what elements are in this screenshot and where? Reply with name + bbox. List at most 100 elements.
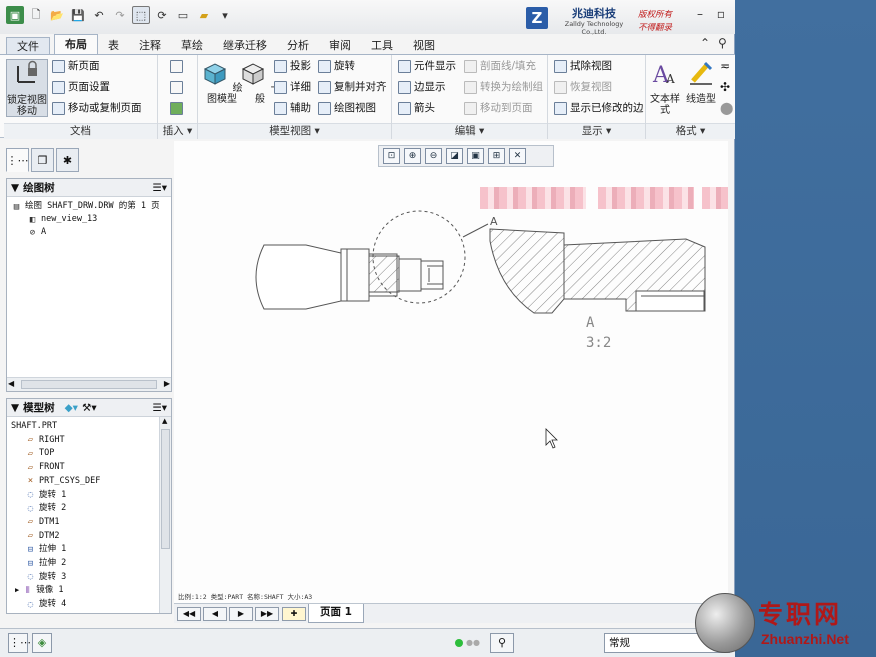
detail-view-a[interactable] [489, 228, 706, 314]
model-tree-item[interactable]: ◌ 旋转 3 [25, 571, 66, 584]
model-tree-item[interactable]: ◌ 旋转 1 [25, 489, 66, 502]
select-box-icon[interactable]: ⬚ [132, 6, 150, 24]
browser-toggle-icon[interactable]: ◈ [32, 633, 52, 653]
undo-icon[interactable]: ↶ [90, 6, 108, 24]
customize-dropdown-icon[interactable]: ▾ [216, 6, 234, 24]
model-tree-item[interactable]: SHAFT.PRT [11, 420, 57, 433]
minimize-icon[interactable]: – [692, 6, 708, 22]
text-style-button[interactable]: AA 文本样式 [646, 59, 684, 117]
regenerate-icon[interactable]: ⟳ [153, 6, 171, 24]
collapse-icon[interactable]: ▼ [11, 402, 19, 414]
zoom-out-icon[interactable]: ⊖ [425, 148, 442, 164]
next-page-icon[interactable]: ▶ [229, 607, 253, 621]
model-tree-vscroll[interactable]: ▲ [159, 417, 171, 613]
convert-to-draft-button[interactable]: 转换为绘制组 [464, 79, 543, 96]
save-icon[interactable]: 💾 [69, 6, 87, 24]
model-tree-item[interactable]: ▱ TOP [25, 447, 55, 460]
format-option-3-button[interactable]: ⬤ [720, 100, 733, 117]
datum-display-icon[interactable]: ⊞ [488, 148, 505, 164]
element-display-button[interactable]: 元件显示 [398, 58, 456, 75]
model-tree-item[interactable]: ▱ DTM1 [25, 516, 60, 529]
model-settings-icon[interactable]: ⚒▾ [82, 402, 97, 414]
page-tab[interactable]: 页面 1 [308, 604, 364, 623]
last-page-icon[interactable]: ▶▶ [255, 607, 279, 621]
model-tree-item[interactable]: ◌ 旋转 4 [25, 598, 66, 611]
tab-sketch[interactable]: 草绘 [171, 37, 213, 54]
group-label-format[interactable]: 格式 ▾ [646, 123, 735, 139]
repaint-icon[interactable]: ◪ [446, 148, 463, 164]
tab-file[interactable]: 文件 [6, 37, 50, 54]
ribbon-collapse-icon[interactable]: ⌃ [700, 36, 710, 50]
move-to-page-button[interactable]: 移动到页面 [464, 100, 533, 117]
tab-review[interactable]: 审阅 [319, 37, 361, 54]
add-page-icon[interactable]: ✚ [282, 607, 306, 621]
model-tree-item[interactable]: ▱ RIGHT [25, 434, 65, 447]
open-file-icon[interactable]: 📂 [48, 6, 66, 24]
format-option-2-button[interactable]: ✣ [720, 79, 730, 96]
group-label-insert[interactable]: 插入 ▾ [158, 123, 197, 139]
tree-item-drawing-page[interactable]: ▤ 绘图 SHAFT_DRW.DRW 的第 1 页 [11, 200, 160, 213]
tree-item-detail-a[interactable]: ⊘ A [27, 226, 46, 239]
format-option-1-button[interactable]: ≂ [720, 58, 730, 75]
detailed-view-button[interactable]: 详细 [274, 79, 311, 96]
model-tree-item[interactable]: ⨯ PRT_CSYS_DEF [25, 475, 101, 488]
copy-align-button[interactable]: 复制并对齐 [318, 79, 387, 96]
new-page-button[interactable]: 新页面 [52, 58, 100, 75]
restore-view-button[interactable]: 恢复视图 [554, 79, 612, 96]
find-icon[interactable]: ⚲ [490, 633, 514, 653]
shaft-general-view[interactable] [255, 244, 444, 310]
first-page-icon[interactable]: ◀◀ [177, 607, 201, 621]
maximize-icon[interactable]: ▫ [713, 6, 729, 22]
display-style-icon[interactable]: ▣ [467, 148, 484, 164]
previous-page-icon[interactable]: ◀ [203, 607, 227, 621]
erase-view-button[interactable]: 拭除视图 [554, 58, 612, 75]
zoom-in-icon[interactable]: ⊕ [404, 148, 421, 164]
show-modified-edges-button[interactable]: 显示已修改的边 [554, 100, 644, 117]
group-label-edit[interactable]: 编辑 ▾ [392, 123, 547, 139]
graphics-area[interactable]: A A 3:2 [174, 141, 728, 603]
drawing-tree-header[interactable]: ▼ 绘图树 ☰▾ [7, 179, 171, 197]
tab-annotate[interactable]: 注释 [129, 37, 171, 54]
model-tree-item[interactable]: ⊟ 拉伸 2 [25, 557, 66, 570]
model-tree-toggle-icon[interactable]: ⋮⋯ [8, 633, 31, 653]
model-display-icon[interactable]: ◆▾ [65, 402, 78, 414]
scroll-thumb[interactable] [161, 429, 170, 549]
model-tree-item[interactable]: ▱ FRONT [25, 461, 65, 474]
insert-table-button[interactable] [170, 79, 183, 96]
refit-icon[interactable]: ⊡ [383, 148, 400, 164]
group-label-model-views[interactable]: 模型视图 ▾ [198, 123, 391, 139]
scroll-thumb[interactable] [21, 380, 157, 389]
revolve-view-button[interactable]: 旋转 [318, 58, 355, 75]
tab-legacy-migration[interactable]: 继承迁移 [213, 37, 277, 54]
folder-browser-tab-icon[interactable]: ❐ [31, 148, 54, 172]
line-type-button[interactable]: 线造型 [684, 59, 718, 117]
model-tree-header[interactable]: ▼ 模型树 ◆▾ ⚒▾ ☰▾ [7, 399, 171, 417]
favorites-tab-icon[interactable]: ✱ [56, 148, 79, 172]
search-icon[interactable]: ⚲ [718, 36, 727, 50]
drawing-view-button[interactable]: 绘图视图 [318, 100, 376, 117]
tab-layout[interactable]: 布局 [54, 34, 98, 54]
group-label-display[interactable]: 显示 ▾ [548, 123, 645, 139]
model-tree-item[interactable]: ▱ DTM2 [25, 530, 60, 543]
model-tree-item[interactable]: ▶ ⫴ 镜像 1 [15, 584, 63, 597]
section-line-fill-button[interactable]: 剖面线/填充 [464, 58, 536, 75]
new-file-icon[interactable]: 🗋 [27, 6, 45, 24]
insert-image-button[interactable] [170, 100, 183, 117]
tab-view[interactable]: 视图 [403, 37, 445, 54]
windows-icon[interactable]: ▭ [174, 6, 192, 24]
tree-columns-icon[interactable]: ☰▾ [152, 402, 167, 414]
tree-settings-icon[interactable]: ☰▾ [152, 182, 167, 194]
page-setup-button[interactable]: 页面设置 [52, 79, 110, 96]
scroll-up-icon[interactable]: ▲ [162, 417, 167, 425]
model-tree-item[interactable]: ⊟ 拉伸 1 [25, 543, 66, 556]
tab-tools[interactable]: 工具 [361, 37, 403, 54]
auxiliary-view-button[interactable]: 辅助 [274, 100, 311, 117]
scroll-right-icon[interactable]: ▶ [164, 379, 170, 388]
model-tree-tab-icon[interactable]: ⋮⋯ [6, 148, 29, 172]
insert-chart-button[interactable] [170, 58, 183, 75]
tab-table[interactable]: 表 [98, 37, 129, 54]
drawing-tree-hscroll[interactable]: ◀ ▶ [7, 377, 171, 391]
projection-button[interactable]: 投影 [274, 58, 311, 75]
tab-analysis[interactable]: 分析 [277, 37, 319, 54]
expand-icon[interactable]: ▶ [15, 584, 19, 597]
